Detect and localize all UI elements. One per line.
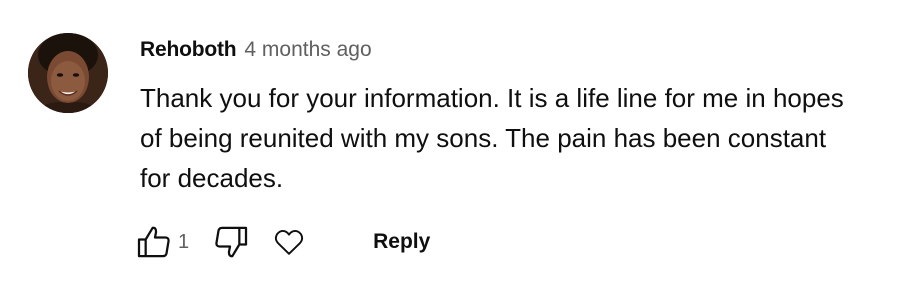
comment-thread: Rehoboth 4 months ago Thank you for your… (0, 0, 920, 308)
like-button[interactable] (132, 220, 176, 264)
comment-header: Rehoboth 4 months ago (140, 38, 372, 66)
like-count: 1 (178, 230, 190, 253)
comment-timestamp[interactable]: 4 months ago (244, 38, 371, 62)
heart-button[interactable] (267, 220, 311, 264)
dislike-button[interactable] (209, 220, 253, 264)
thumbs-up-icon (137, 226, 170, 258)
author-name[interactable]: Rehoboth (140, 38, 237, 62)
thumbs-down-icon (215, 226, 248, 258)
avatar-image (28, 33, 108, 113)
avatar[interactable] (28, 33, 108, 113)
heart-icon (275, 229, 304, 255)
comment-actions: 1 Reply (132, 220, 444, 264)
reply-button[interactable]: Reply (359, 222, 444, 262)
comment-text: Thank you for your information. It is a … (140, 83, 844, 193)
